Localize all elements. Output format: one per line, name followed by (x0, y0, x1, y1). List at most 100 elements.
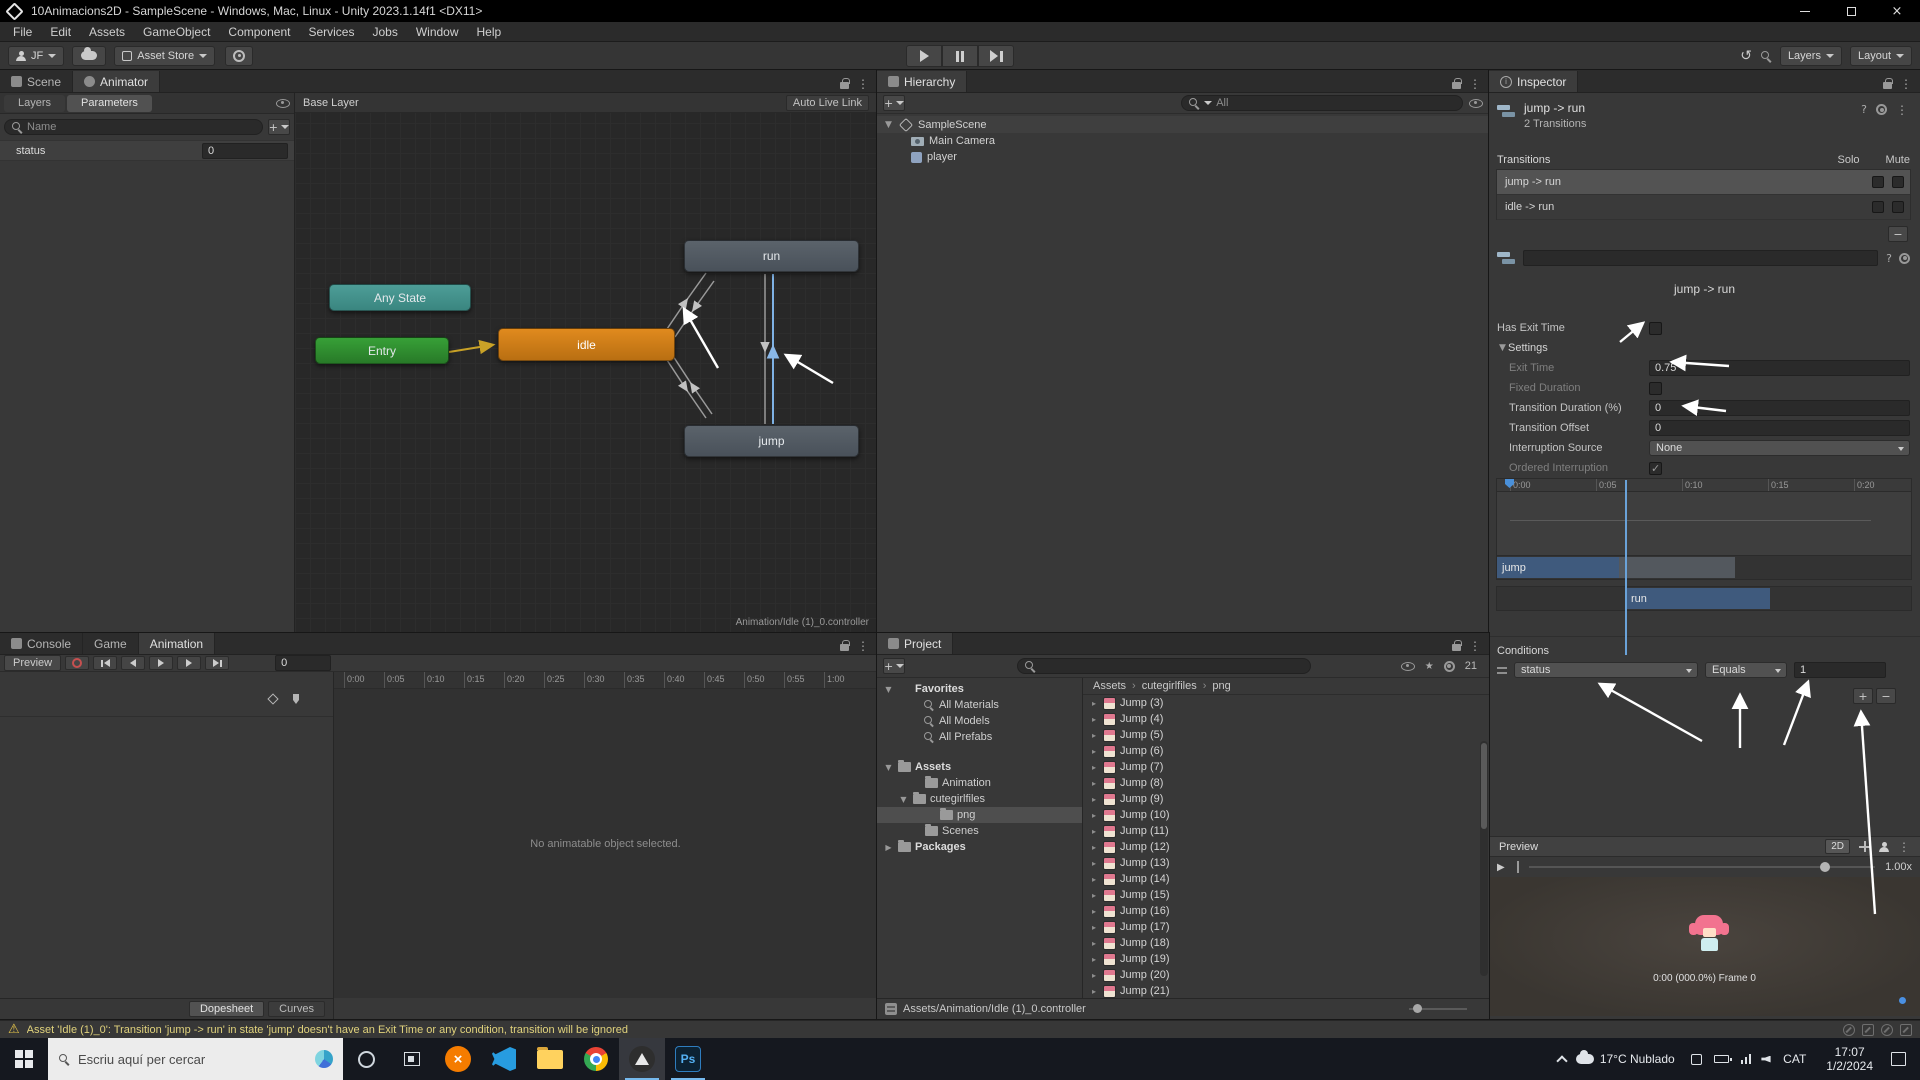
expander-icon[interactable]: ▸ (1089, 827, 1099, 836)
asset-row[interactable]: ▸ Jump (6) (1083, 743, 1489, 759)
gizmo-axis-icon[interactable] (1859, 841, 1870, 852)
tab-game[interactable]: Game (83, 633, 139, 654)
preview-2d-toggle[interactable]: 2D (1825, 839, 1850, 854)
hierarchy-item-scene[interactable]: ▼ SampleScene (877, 116, 1489, 133)
asset-row[interactable]: ▸ Jump (15) (1083, 887, 1489, 903)
project-tree-item[interactable]: Animation (877, 775, 1082, 791)
tab-curves[interactable]: Curves (268, 1001, 325, 1017)
transition-name-field[interactable] (1523, 250, 1879, 266)
explorer-taskbar-button[interactable] (527, 1038, 573, 1080)
maximize-button[interactable] (1828, 0, 1874, 22)
kebab-menu-icon[interactable]: ⋮ (1898, 841, 1910, 853)
expander-icon[interactable]: ▸ (1089, 795, 1099, 804)
collab-status-icon[interactable] (1843, 1023, 1855, 1036)
scene-visibility-icon[interactable] (1469, 98, 1483, 108)
lock-icon[interactable] (1452, 640, 1462, 651)
asset-row[interactable]: ▸ Jump (21) (1083, 983, 1489, 998)
state-node-entry[interactable]: Entry (315, 337, 449, 364)
gear-icon[interactable] (1876, 104, 1887, 115)
ordered-interruption-checkbox[interactable] (1649, 461, 1662, 475)
start-button[interactable] (0, 1038, 48, 1080)
fold-open-icon[interactable]: ▼ (883, 120, 894, 130)
help-icon[interactable]: ? (1861, 103, 1867, 116)
gear-icon[interactable] (1899, 252, 1910, 264)
asset-store-button[interactable]: Asset Store (114, 45, 216, 66)
language-indicator[interactable]: CAT (1783, 1052, 1806, 1066)
taskbar-search[interactable]: Escriu aquí per cercar (48, 1038, 343, 1080)
menu-item[interactable]: Edit (41, 22, 80, 42)
hierarchy-item-player[interactable]: player (877, 149, 1489, 165)
search-icon[interactable] (1760, 50, 1772, 62)
project-tree-item[interactable]: ▼ Assets (877, 759, 1082, 775)
preview-play-button[interactable]: ▶ (1497, 862, 1505, 873)
last-key-button[interactable] (205, 656, 230, 670)
tablet-icon[interactable] (1690, 1053, 1702, 1065)
kebab-menu-icon[interactable]: ⋮ (857, 78, 869, 90)
mute-checkbox[interactable] (1892, 201, 1904, 213)
tab-inspector[interactable]: i Inspector (1489, 71, 1579, 92)
state-node-any-state[interactable]: Any State (329, 284, 471, 311)
hierarchy-item-camera[interactable]: Main Camera (877, 133, 1489, 149)
menu-item[interactable]: Help (468, 22, 511, 42)
tab-animation[interactable]: Animation (138, 633, 216, 654)
timeline-playhead-line[interactable] (1625, 480, 1627, 655)
unity-taskbar-button[interactable] (619, 1038, 665, 1080)
parameter-value-field[interactable]: 0 (202, 142, 288, 159)
help-icon[interactable]: ? (1886, 252, 1892, 265)
menu-item[interactable]: Component (219, 22, 299, 42)
favorite-icon[interactable]: ★ (1425, 661, 1434, 672)
add-condition-button[interactable]: + (1853, 688, 1873, 704)
menu-item[interactable]: File (4, 22, 41, 42)
expander-icon[interactable]: ▸ (1089, 923, 1099, 932)
asset-row[interactable]: ▸ Jump (12) (1083, 839, 1489, 855)
network-icon[interactable] (1740, 1054, 1752, 1064)
fold-icon[interactable]: ▼ (898, 795, 909, 804)
project-tree-item[interactable]: ▼ Favorites (877, 681, 1082, 697)
asset-row[interactable]: ▸ Jump (17) (1083, 919, 1489, 935)
condition-value-field[interactable]: 1 (1794, 662, 1886, 678)
menu-item[interactable]: Services (299, 22, 363, 42)
expander-icon[interactable]: ▸ (1089, 747, 1099, 756)
action-center-icon[interactable] (1891, 1052, 1906, 1066)
asset-row[interactable]: ▸ Jump (20) (1083, 967, 1489, 983)
breadcrumb-item[interactable]: Assets (1093, 680, 1126, 692)
clock[interactable]: 17:07 1/2/2024 (1826, 1045, 1873, 1073)
lock-icon[interactable] (840, 78, 850, 89)
scrollbar-thumb[interactable] (1481, 743, 1487, 829)
progress-status-icon[interactable] (1900, 1023, 1912, 1036)
interruption-source-dropdown[interactable]: None (1649, 440, 1910, 456)
animation-dopesheet-area[interactable]: No animatable object selected. (334, 689, 877, 998)
project-tree-item[interactable]: All Prefabs (877, 729, 1082, 745)
exit-time-field[interactable]: 0.75 (1649, 360, 1910, 376)
weather-label[interactable]: 17°C Nublado (1600, 1052, 1675, 1066)
preview-viewport[interactable]: 0:00 (000.0%) Frame 0 (1489, 877, 1920, 1016)
expander-icon[interactable]: ▸ (1089, 971, 1099, 980)
asset-row[interactable]: ▸ Jump (18) (1083, 935, 1489, 951)
tab-parameters[interactable]: Parameters (67, 94, 152, 112)
auto-live-link-button[interactable]: Auto Live Link (785, 94, 869, 111)
photoshop-taskbar-button[interactable]: Ps (665, 1038, 711, 1080)
kebab-menu-icon[interactable]: ⋮ (1469, 78, 1481, 90)
lock-icon[interactable] (1883, 78, 1893, 89)
fold-icon[interactable]: ▼ (883, 685, 894, 694)
activity-status-icon[interactable] (1881, 1023, 1893, 1036)
project-tree-item[interactable]: ▶ Packages (877, 839, 1082, 855)
asset-row[interactable]: ▸ Jump (7) (1083, 759, 1489, 775)
undo-history-icon[interactable]: ↺ (1740, 48, 1752, 64)
layout-dropdown[interactable]: Layout (1849, 45, 1912, 66)
menu-item[interactable]: Jobs (363, 22, 406, 42)
expander-icon[interactable]: ▸ (1089, 763, 1099, 772)
play-button[interactable] (906, 45, 942, 67)
kebab-menu-icon[interactable]: ⋮ (1896, 104, 1908, 116)
project-tree-item[interactable]: png (877, 807, 1082, 823)
tab-animator[interactable]: Animator (73, 71, 161, 92)
kebab-menu-icon[interactable]: ⋮ (1900, 78, 1912, 90)
state-node-run[interactable]: run (684, 240, 859, 272)
fold-icon[interactable]: ▼ (883, 763, 894, 772)
remove-transition-button[interactable]: − (1888, 226, 1908, 242)
expander-icon[interactable]: ▸ (1089, 987, 1099, 996)
parameter-row[interactable]: status 0 (0, 140, 294, 161)
kebab-menu-icon[interactable]: ⋮ (857, 640, 869, 652)
parameter-search-input[interactable]: Name (4, 119, 263, 135)
account-button[interactable]: JF (8, 45, 65, 66)
